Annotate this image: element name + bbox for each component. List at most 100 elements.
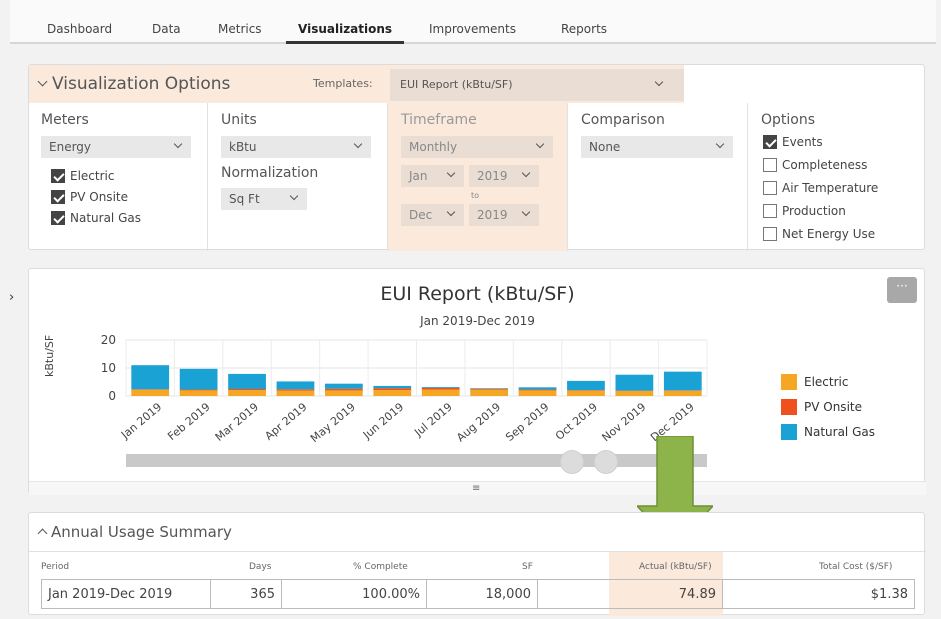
tab-visualizations[interactable]: Visualizations [285, 22, 405, 44]
meters-column: Meters Energy Electric PV Onsite Natural… [29, 103, 207, 251]
extras-column: Options Events Completeness Air Temperat… [747, 103, 925, 251]
y-tick-label: 20 [101, 333, 116, 347]
bar-pv-onsite [373, 388, 412, 391]
bar-natural-gas [421, 387, 460, 388]
col-complete-header: % Complete [353, 562, 408, 572]
bar-natural-gas [131, 365, 170, 390]
timeframe-period-select[interactable]: Monthly [401, 136, 553, 158]
bar-pv-onsite [421, 387, 460, 390]
top-nav: Dashboard Data Metrics Visualizations Im… [10, 0, 936, 44]
bar-natural-gas [663, 371, 702, 391]
normalization-title: Normalization [221, 165, 319, 181]
chevron-down-icon [654, 77, 664, 87]
cell-actual: 74.89 [537, 579, 723, 609]
option-net-energy-use-checkbox[interactable]: Net Energy Use [763, 227, 875, 241]
option-completeness-checkbox[interactable]: Completeness [763, 158, 867, 172]
x-tick-label: Aug 2019 [454, 400, 503, 444]
bar-natural-gas [179, 368, 218, 390]
range-start-handle[interactable] [560, 450, 584, 474]
cell-sf: 18,000 [426, 579, 538, 609]
meters-select[interactable]: Energy [41, 136, 191, 158]
bar-electric [228, 390, 266, 396]
chevron-down-icon [353, 139, 363, 149]
bar-pv-onsite [567, 390, 605, 391]
legend-item-natural-gas[interactable]: Natural Gas [781, 424, 875, 440]
summary-title[interactable]: Annual Usage Summary [37, 523, 232, 541]
col-cost-header: Total Cost ($/SF) [819, 562, 893, 572]
meter-pv-onsite-checkbox[interactable]: PV Onsite [51, 190, 128, 204]
start-year-select[interactable]: 2019 [469, 165, 539, 187]
cell-complete: 100.00% [281, 579, 427, 609]
bar-electric [179, 390, 218, 396]
option-air-temperature-checkbox[interactable]: Air Temperature [763, 181, 878, 195]
chevron-down-icon [521, 168, 531, 178]
x-tick-label: Feb 2019 [165, 400, 212, 443]
normalization-select[interactable]: Sq Ft [221, 188, 307, 210]
to-label: to [471, 191, 480, 200]
bar-electric [373, 390, 412, 396]
x-tick-label: Jan 2019 [118, 400, 164, 442]
bar-natural-gas [567, 380, 605, 391]
legend-label: Natural Gas [804, 425, 875, 439]
end-year-select[interactable]: 2019 [469, 204, 539, 226]
x-tick-label: Sep 2019 [503, 400, 551, 444]
templates-select[interactable]: EUI Report (kBtu/SF) [390, 69, 684, 101]
tab-reports[interactable]: Reports [561, 22, 607, 36]
check-icon [763, 135, 777, 149]
bar-electric [421, 389, 460, 396]
units-title: Units [221, 112, 257, 128]
bar-natural-gas [470, 388, 509, 389]
tab-data[interactable]: Data [152, 22, 181, 36]
chevron-down-icon [446, 207, 456, 217]
legend-item-pv-onsite[interactable]: PV Onsite [781, 399, 862, 415]
x-tick-label: Jul 2019 [411, 400, 454, 439]
chart-range-scrollbar[interactable] [126, 454, 707, 467]
tab-dashboard[interactable]: Dashboard [47, 22, 112, 36]
comparison-column: Comparison None [567, 103, 747, 251]
tab-metrics[interactable]: Metrics [218, 22, 262, 36]
col-days-header: Days [249, 562, 272, 572]
bar-pv-onsite [131, 389, 170, 390]
x-tick-label: Oct 2019 [553, 400, 600, 442]
tab-improvements[interactable]: Improvements [429, 22, 516, 36]
bar-electric [276, 390, 315, 396]
bar-natural-gas [518, 387, 557, 390]
option-production-checkbox[interactable]: Production [763, 204, 846, 218]
bar-electric [567, 390, 605, 396]
bar-natural-gas [228, 373, 266, 389]
comparison-select[interactable]: None [581, 136, 733, 158]
chevron-down-icon [446, 168, 456, 178]
templates-label: Templates: [313, 77, 373, 90]
range-end-handle[interactable] [594, 450, 618, 474]
visualization-options-panel: Visualization Options Templates: EUI Rep… [28, 64, 925, 251]
options-header: Visualization Options Templates: EUI Rep… [29, 65, 684, 103]
extras-title: Options [761, 112, 816, 128]
bar-natural-gas [324, 383, 363, 389]
bar-natural-gas [615, 374, 654, 391]
resize-grip-icon[interactable]: ≡ [472, 483, 480, 494]
chevron-up-icon [37, 528, 48, 539]
x-tick-label: Mar 2019 [213, 400, 261, 444]
bar-electric [470, 389, 509, 396]
legend-label: PV Onsite [804, 400, 862, 414]
legend-item-electric[interactable]: Electric [781, 374, 848, 390]
options-title[interactable]: Visualization Options [37, 74, 230, 94]
timeframe-title: Timeframe [401, 112, 477, 128]
units-select[interactable]: kBtu [221, 136, 371, 158]
check-icon [51, 169, 65, 183]
col-actual-header: Actual (kBtu/SF) [639, 562, 712, 572]
chevron-right-icon[interactable]: › [9, 290, 14, 305]
comparison-title: Comparison [581, 112, 665, 128]
y-tick-label: 0 [108, 389, 116, 403]
bar-pv-onsite [228, 389, 266, 391]
option-events-checkbox[interactable]: Events [763, 135, 823, 149]
bar-pv-onsite [518, 389, 557, 391]
cell-period: Jan 2019-Dec 2019 [41, 579, 211, 609]
bar-natural-gas [276, 381, 315, 390]
chevron-down-icon [37, 76, 48, 87]
meter-natural-gas-checkbox[interactable]: Natural Gas [51, 211, 141, 225]
start-month-select[interactable]: Jan [401, 165, 464, 187]
meter-electric-checkbox[interactable]: Electric [51, 169, 114, 183]
end-month-select[interactable]: Dec [401, 204, 464, 226]
check-icon [51, 190, 65, 204]
